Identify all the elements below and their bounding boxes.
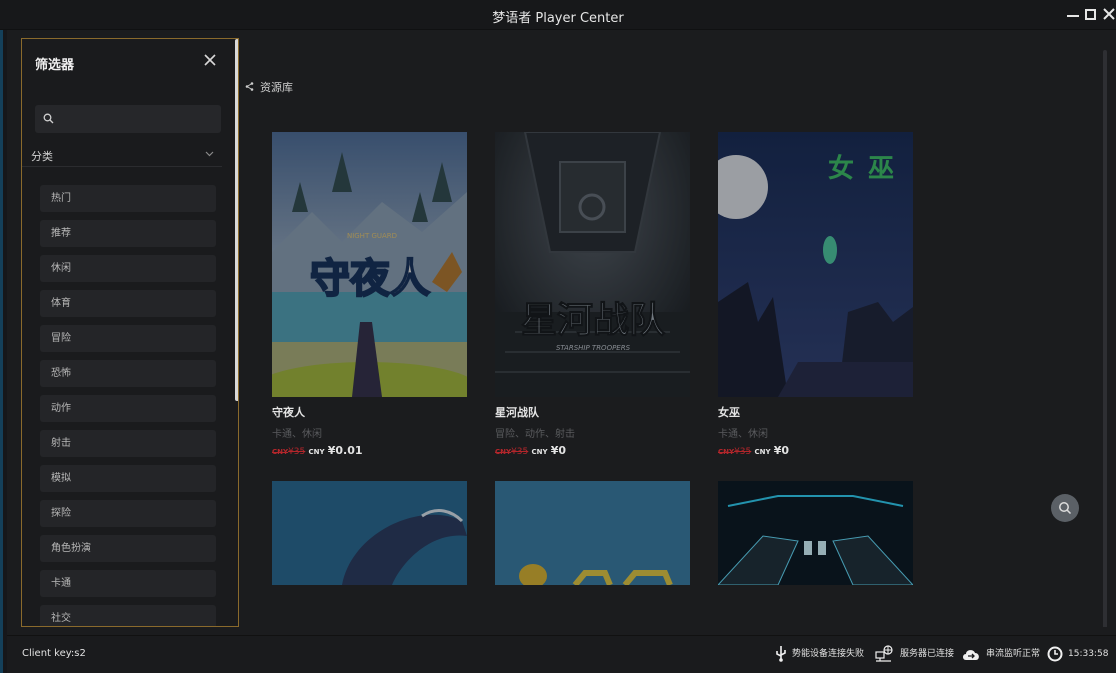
- category-item[interactable]: 动作: [40, 395, 216, 422]
- server-status: 服务器已连接: [875, 644, 954, 664]
- search-fab-button[interactable]: [1051, 494, 1079, 522]
- game-cover[interactable]: 星河战队 STARSHIP TROOPERS: [495, 132, 690, 397]
- game-card[interactable]: [718, 481, 913, 585]
- category-item[interactable]: 休闲: [40, 255, 216, 282]
- category-item[interactable]: 探险: [40, 500, 216, 527]
- game-tags: 冒险、动作、射击: [495, 429, 575, 440]
- share-icon: [245, 82, 254, 91]
- game-cover-art: [718, 481, 913, 585]
- category-item[interactable]: 模拟: [40, 465, 216, 492]
- game-card[interactable]: 守夜人 NIGHT GUARD 守夜人 卡通、休闲 CNY¥35 CNY ¥0.…: [272, 132, 467, 457]
- category-item[interactable]: 恐怖: [40, 360, 216, 387]
- search-icon: [1059, 502, 1072, 515]
- game-title: 女巫: [718, 406, 740, 419]
- search-box: [35, 105, 221, 133]
- current-price: ¥0.01: [327, 444, 363, 457]
- window-title: 梦语者 Player Center: [492, 11, 624, 26]
- currency-label: CNY: [531, 448, 548, 456]
- game-tags: 卡通、休闲: [718, 429, 768, 440]
- device-status-text: 势能设备连接失败: [792, 649, 865, 659]
- game-cover-art: 守夜人 NIGHT GUARD: [272, 132, 467, 397]
- maximize-button[interactable]: [1082, 4, 1100, 24]
- game-cover-art: [272, 481, 467, 585]
- edge-line: [0, 30, 3, 673]
- game-price: CNY¥35 CNY ¥0: [495, 444, 690, 457]
- clock-icon: [1047, 646, 1063, 661]
- clock-time: 15:33:58: [1068, 649, 1109, 659]
- filter-close-button[interactable]: [203, 52, 219, 68]
- network-icon: [875, 644, 893, 662]
- category-item[interactable]: 社交: [40, 605, 216, 626]
- game-card[interactable]: [495, 481, 690, 585]
- device-status: 势能设备连接失败: [775, 644, 864, 664]
- server-status-text: 服务器已连接: [900, 649, 955, 659]
- category-item[interactable]: 卡通: [40, 570, 216, 597]
- category-item[interactable]: 热门: [40, 185, 216, 212]
- category-item[interactable]: 角色扮演: [40, 535, 216, 562]
- close-icon: [1103, 8, 1115, 20]
- game-cover[interactable]: 守夜人 NIGHT GUARD: [272, 132, 467, 397]
- category-item[interactable]: 推荐: [40, 220, 216, 247]
- main-content: 资源库 守夜人 NIGHT GUARD 守夜人 卡通、休闲 CNY¥35 CNY…: [242, 38, 1108, 627]
- main-scrollbar[interactable]: [1103, 50, 1107, 627]
- game-tags: 卡通、休闲: [272, 429, 322, 440]
- category-label: 分类: [31, 150, 53, 163]
- category-item[interactable]: 体育: [40, 290, 216, 317]
- category-item[interactable]: 射击: [40, 430, 216, 457]
- currency-label: CNY: [754, 448, 771, 456]
- search-input[interactable]: [59, 105, 219, 133]
- category-list: 热门 推荐 休闲 体育 冒险 恐怖 动作 射击 模拟 探险 角色扮演 卡通 社交: [40, 185, 216, 626]
- breadcrumb[interactable]: 资源库: [245, 79, 293, 95]
- chevron-down-icon: [205, 151, 214, 157]
- game-price: CNY¥35 CNY ¥0: [718, 444, 913, 457]
- currency-label: CNY: [308, 448, 325, 456]
- cloud-sync-icon: [963, 649, 979, 660]
- game-price: CNY¥35 CNY ¥0.01: [272, 444, 467, 457]
- status-bar: Client key:s2 势能设备连接失败 服务器已连接 串流监听正常 15:…: [7, 635, 1116, 673]
- original-price: CNY¥35: [495, 447, 529, 457]
- minimize-button[interactable]: [1064, 4, 1082, 24]
- current-price: ¥0: [773, 444, 790, 457]
- game-cover[interactable]: 女巫: [718, 132, 913, 397]
- game-cover-art: [495, 481, 690, 585]
- game-cover[interactable]: [272, 481, 467, 585]
- filter-title: 筛选器: [35, 58, 75, 73]
- current-price: ¥0: [550, 444, 567, 457]
- game-card[interactable]: [272, 481, 467, 585]
- left-edge: [0, 30, 7, 673]
- game-cover[interactable]: [718, 481, 913, 585]
- filter-panel: 筛选器 分类 热门 推荐 休闲 体育 冒险 恐怖 动作 射击 模拟 探险 角色扮…: [21, 38, 239, 627]
- game-title: 星河战队: [495, 406, 539, 419]
- category-item[interactable]: 冒险: [40, 325, 216, 352]
- stream-status-text: 串流监听正常: [986, 649, 1041, 659]
- game-title: 守夜人: [272, 406, 305, 419]
- game-cover-art: 女巫: [718, 132, 913, 397]
- title-bar: 梦语者 Player Center: [0, 0, 1116, 30]
- maximize-icon: [1085, 9, 1096, 20]
- window-close-button[interactable]: [1100, 4, 1116, 24]
- original-price: CNY¥35: [272, 447, 306, 457]
- breadcrumb-label: 资源库: [260, 81, 293, 94]
- game-card[interactable]: 女巫 女巫 卡通、休闲 CNY¥35 CNY ¥0: [718, 132, 913, 457]
- game-card[interactable]: 星河战队 STARSHIP TROOPERS 星河战队 冒险、动作、射击 CNY…: [495, 132, 690, 457]
- category-dropdown[interactable]: 分类: [22, 145, 222, 167]
- clock: 15:33:58: [1047, 644, 1108, 664]
- client-key: Client key:s2: [22, 648, 86, 659]
- close-icon: [204, 54, 216, 66]
- usb-icon: [776, 645, 786, 662]
- game-cover[interactable]: [495, 481, 690, 585]
- game-cover-art: 星河战队 STARSHIP TROOPERS: [495, 132, 690, 397]
- minimize-icon: [1067, 15, 1079, 17]
- sidebar-scrollbar[interactable]: [235, 39, 238, 401]
- original-price: CNY¥35: [718, 447, 752, 457]
- stream-status: 串流监听正常: [961, 644, 1040, 664]
- search-icon: [43, 113, 54, 124]
